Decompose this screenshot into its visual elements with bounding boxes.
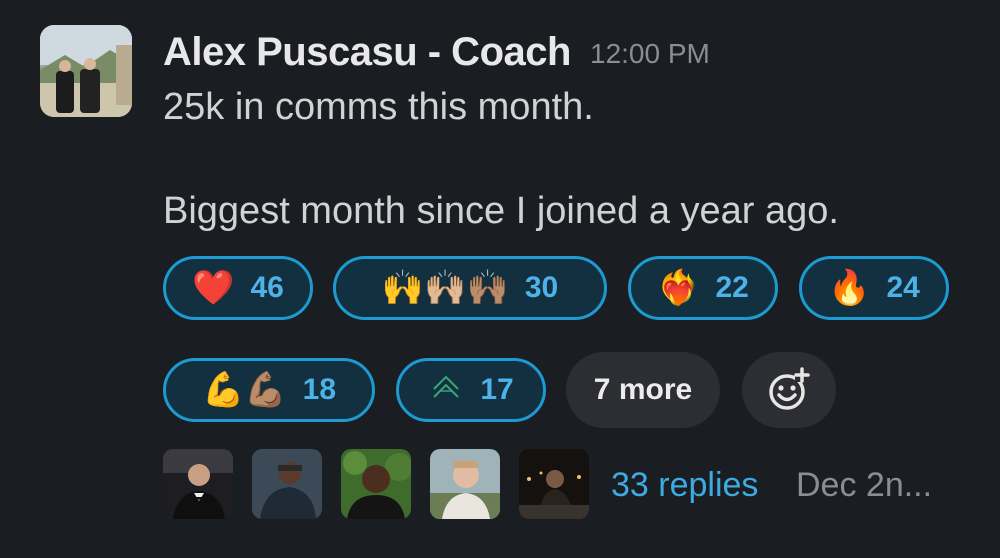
thread-replies-link[interactable]: 33 replies: [611, 466, 758, 505]
author-avatar[interactable]: [40, 25, 132, 117]
replier-avatar[interactable]: [163, 449, 233, 519]
add-reaction-button[interactable]: [742, 352, 836, 428]
replier-avatar[interactable]: [341, 449, 411, 519]
author-name[interactable]: Alex Puscasu - Coach: [163, 30, 571, 75]
message-line-1: 25k in comms this month.: [163, 86, 594, 128]
replier-avatar[interactable]: [519, 449, 589, 519]
reaction-custom-chevron[interactable]: 17: [396, 358, 546, 422]
heart-on-fire-icon: ❤️‍🔥: [657, 269, 700, 307]
reaction-count: 17: [480, 373, 514, 406]
reaction-count: 18: [302, 373, 337, 406]
fire-icon: 🔥: [828, 269, 871, 307]
heart-icon: ❤️: [192, 269, 235, 307]
reaction-count: 22: [715, 271, 749, 304]
thread-last-reply-date[interactable]: Dec 2n...: [796, 466, 932, 505]
reaction-raised-hands[interactable]: 🙌🙌🏼🙌🏽 30: [333, 256, 607, 320]
message-line-2: Biggest month since I joined a year ago.: [163, 190, 839, 232]
reaction-heart-on-fire[interactable]: ❤️‍🔥 22: [628, 256, 778, 320]
add-emoji-icon: [769, 367, 810, 410]
reaction-heart[interactable]: ❤️ 46: [163, 256, 313, 320]
replier-avatar[interactable]: [252, 449, 322, 519]
message-timestamp[interactable]: 12:00 PM: [590, 38, 710, 70]
reaction-count: 30: [524, 271, 559, 304]
replier-avatar[interactable]: [430, 449, 500, 519]
reaction-flexed-biceps[interactable]: 💪💪🏽 18: [163, 358, 375, 422]
raised-hands-icon: 🙌🙌🏼🙌🏽: [381, 269, 509, 307]
reaction-fire[interactable]: 🔥 24: [799, 256, 949, 320]
author-avatar-photo: [40, 25, 132, 117]
flexed-biceps-icon: 💪💪🏽: [201, 371, 287, 409]
more-reactions-button[interactable]: 7 more: [566, 352, 720, 428]
reaction-count: 24: [886, 271, 920, 304]
reaction-count: 46: [250, 271, 284, 304]
chevron-up-icon: [428, 369, 464, 411]
